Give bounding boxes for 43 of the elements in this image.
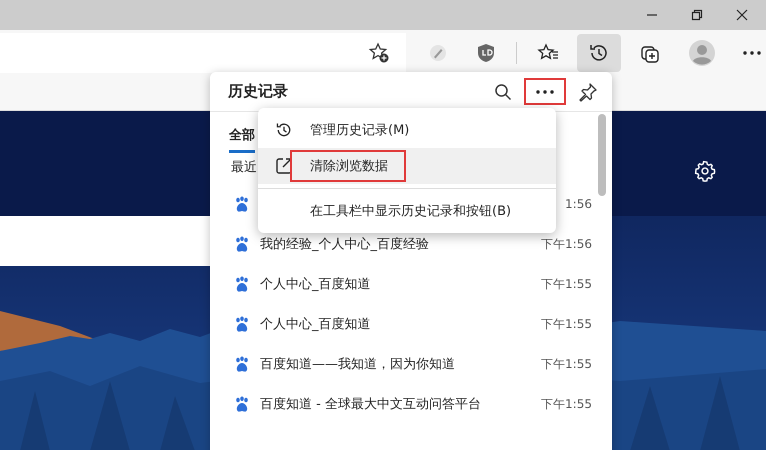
settings-icon[interactable] — [694, 160, 716, 182]
search-field[interactable] — [0, 216, 210, 266]
visit-time: 下午1:55 — [541, 356, 592, 372]
scrollbar-thumb[interactable] — [598, 114, 606, 196]
pin-icon[interactable] — [578, 82, 598, 102]
menu-item[interactable]: 清除浏览数据 — [258, 148, 556, 184]
add-favorite-icon[interactable] — [368, 42, 390, 64]
visit-time: 下午1:55 — [541, 276, 592, 292]
visit-time: 1:56 — [565, 197, 592, 211]
restore-icon[interactable] — [691, 9, 703, 21]
close-icon[interactable] — [736, 9, 748, 21]
paw-icon — [234, 236, 250, 252]
menu-item[interactable]: 在工具栏中显示历史记录和按钮(B) — [258, 193, 556, 229]
history-icon — [275, 121, 293, 139]
tab[interactable]: 全部 — [229, 122, 255, 153]
paw-icon — [234, 356, 250, 372]
search-icon[interactable] — [494, 82, 512, 100]
section-heading: 最近 — [230, 159, 257, 176]
history-entry-link[interactable]: 百度知道 - 全球最大中文互动问答平台 — [260, 395, 532, 413]
external-link-icon — [275, 157, 293, 175]
menu-item[interactable]: 管理历史记录(M) — [258, 112, 556, 148]
paw-icon — [234, 196, 250, 212]
history-button[interactable] — [577, 34, 621, 72]
history-entry-link[interactable]: 个人中心_百度知道 — [260, 315, 532, 333]
menu-item-label: 管理历史记录(M) — [309, 122, 410, 140]
more-icon — [536, 90, 554, 94]
visit-time: 下午1:56 — [541, 236, 592, 252]
paw-icon — [234, 316, 250, 332]
shield-icon[interactable] — [476, 43, 496, 63]
visit-time: 下午1:55 — [541, 396, 592, 412]
history-entry-link[interactable]: 个人中心_百度知道 — [260, 275, 532, 293]
panel-title: 历史记录 — [228, 82, 289, 101]
history-entry-link[interactable]: 我的经验_个人中心_百度经验 — [260, 235, 532, 253]
paw-icon — [234, 396, 250, 412]
history-entry-link[interactable]: 百度知道——我知道，因为你知道 — [260, 355, 532, 373]
more-icon[interactable] — [743, 51, 761, 55]
more-button[interactable] — [524, 78, 566, 105]
avatar-icon[interactable] — [689, 40, 715, 66]
paw-icon — [234, 276, 250, 292]
menu-item-label: 在工具栏中显示历史记录和按钮(B) — [309, 203, 512, 221]
menu-item-label: 清除浏览数据 — [290, 150, 406, 182]
pen-icon[interactable] — [428, 43, 448, 63]
visit-time: 下午1:55 — [541, 316, 592, 332]
